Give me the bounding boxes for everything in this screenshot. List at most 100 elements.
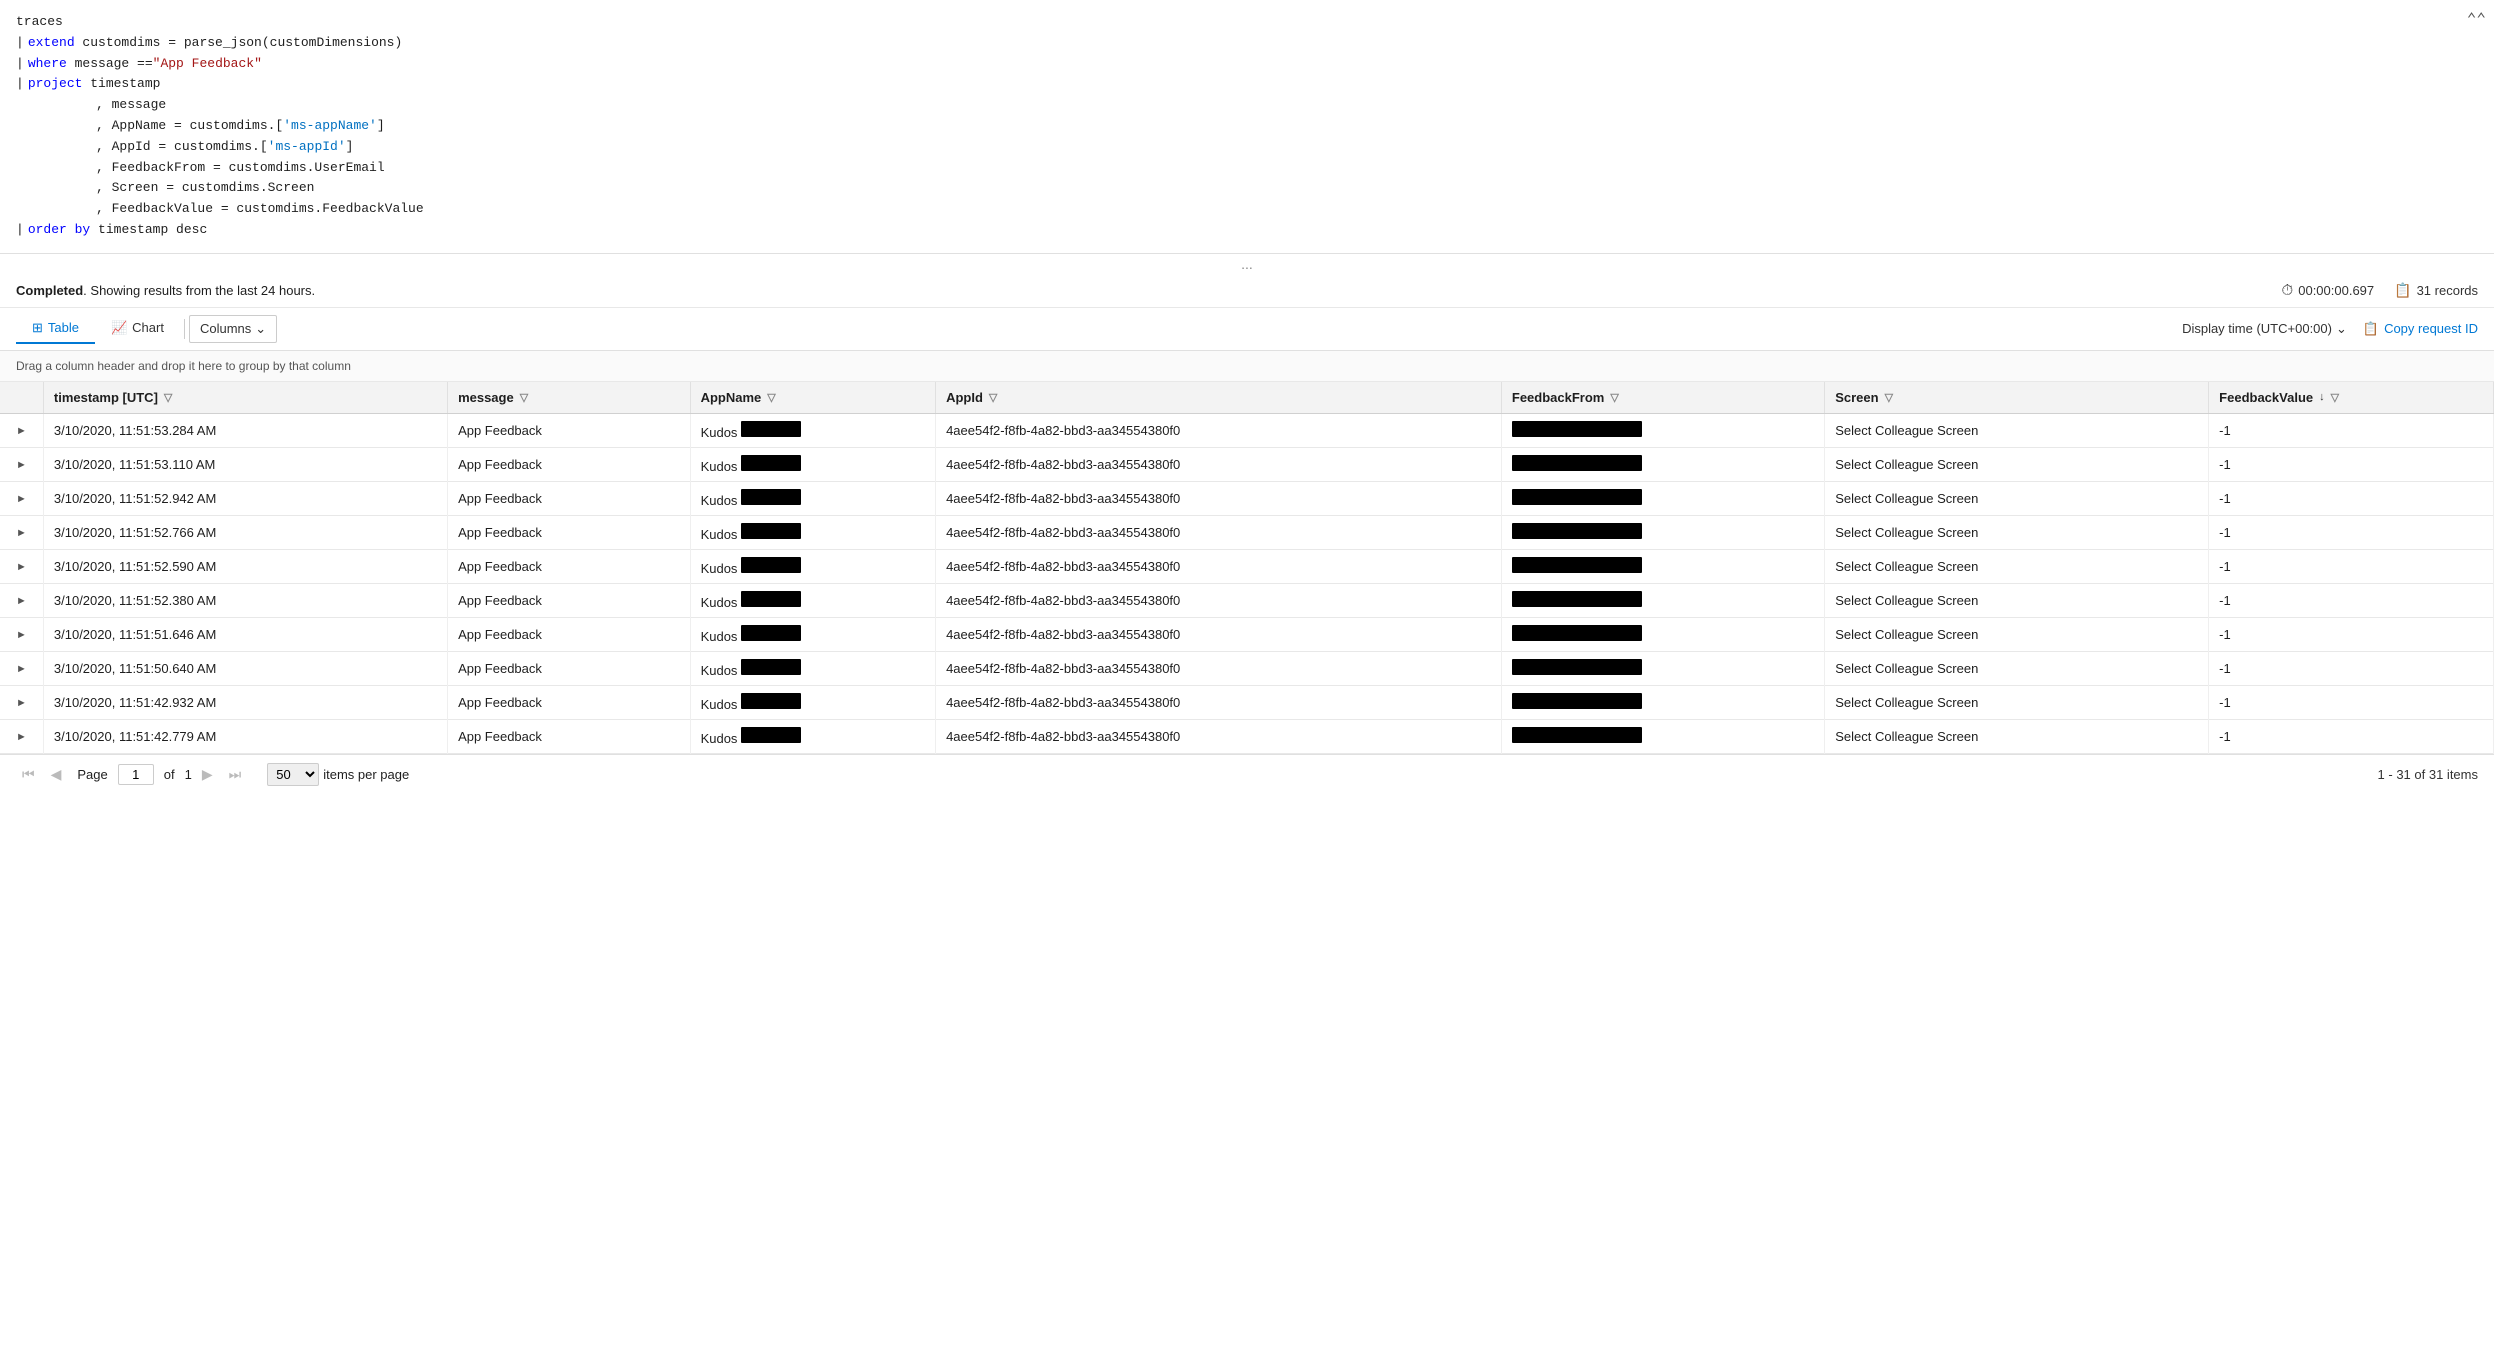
screen-filter-icon[interactable]: ▽: [1885, 391, 1893, 404]
cell-appid: 4aee54f2-f8fb-4a82-bbd3-aa34554380f0: [936, 447, 1502, 481]
col-screen-header[interactable]: Screen ▽: [1825, 382, 2209, 414]
per-page-dropdown[interactable]: 10 20 50 100: [267, 763, 319, 786]
page-input[interactable]: [118, 764, 154, 785]
expand-row-btn[interactable]: ►: [10, 525, 33, 541]
query-where-text: message ==: [67, 54, 153, 75]
tab-divider: [184, 319, 185, 339]
results-table: timestamp [UTC] ▽ message ▽ AppName ▽: [0, 382, 2494, 754]
cell-screen: Select Colleague Screen: [1825, 447, 2209, 481]
col-feedbackfrom-header[interactable]: FeedbackFrom ▽: [1501, 382, 1824, 414]
toolbar-right: Display time (UTC+00:00) ⌄ 📋 Copy reques…: [2182, 321, 2478, 337]
cell-appid: 4aee54f2-f8fb-4a82-bbd3-aa34554380f0: [936, 413, 1502, 447]
table-tab-label: Table: [48, 320, 79, 335]
expand-row-btn[interactable]: ►: [10, 423, 33, 439]
ellipsis-separator: ...: [0, 254, 2494, 274]
copy-request-id[interactable]: 📋 Copy request ID: [2363, 321, 2478, 337]
query-keyword-orderby: order by: [28, 220, 90, 241]
expand-row-btn[interactable]: ►: [10, 491, 33, 507]
cell-message: App Feedback: [448, 583, 691, 617]
cell-feedbackfrom: [1501, 481, 1824, 515]
display-time[interactable]: Display time (UTC+00:00) ⌄: [2182, 321, 2347, 337]
expand-row-btn[interactable]: ►: [10, 627, 33, 643]
cell-timestamp: 3/10/2020, 11:51:42.779 AM: [43, 719, 447, 753]
chart-tab[interactable]: 📈 Chart: [95, 314, 180, 344]
feedbackfrom-redacted: [1512, 455, 1642, 471]
expand-row-btn[interactable]: ►: [10, 593, 33, 609]
col-message-header[interactable]: message ▽: [448, 382, 691, 414]
cell-message: App Feedback: [448, 481, 691, 515]
row-expand-cell: ►: [0, 481, 43, 515]
appname-redacted: [741, 659, 801, 675]
col-feedbackvalue-header[interactable]: FeedbackValue ↓ ▽: [2209, 382, 2494, 414]
first-page-btn[interactable]: ⏮: [16, 763, 41, 786]
cell-message: App Feedback: [448, 447, 691, 481]
prev-page-btn[interactable]: ◀: [45, 763, 68, 786]
table-tab[interactable]: ⊞ Table: [16, 314, 95, 344]
cell-screen: Select Colleague Screen: [1825, 583, 2209, 617]
chevron-down-icon: ⌄: [255, 321, 266, 337]
collapse-button[interactable]: ⌃⌃: [2467, 8, 2486, 34]
cell-appid: 4aee54f2-f8fb-4a82-bbd3-aa34554380f0: [936, 515, 1502, 549]
cell-feedbackvalue: -1: [2209, 719, 2494, 753]
appname-redacted: [741, 591, 801, 607]
expand-row-btn[interactable]: ►: [10, 457, 33, 473]
expand-row-btn[interactable]: ►: [10, 661, 33, 677]
col-timestamp-header[interactable]: timestamp [UTC] ▽: [43, 382, 447, 414]
last-page-btn[interactable]: ⏭: [223, 763, 248, 786]
cell-feedbackvalue: -1: [2209, 583, 2494, 617]
cell-feedbackvalue: -1: [2209, 549, 2494, 583]
columns-button[interactable]: Columns ⌄: [189, 315, 277, 343]
cell-screen: Select Colleague Screen: [1825, 515, 2209, 549]
cell-appname: Kudos: [690, 685, 936, 719]
cell-appid: 4aee54f2-f8fb-4a82-bbd3-aa34554380f0: [936, 685, 1502, 719]
query-line-extend: | extend customdims = parse_json(customD…: [16, 33, 2478, 54]
expand-row-btn[interactable]: ►: [10, 695, 33, 711]
cell-appname: Kudos: [690, 719, 936, 753]
screen-label: Screen: [1835, 390, 1878, 405]
feedbackvalue-filter-icon[interactable]: ▽: [2331, 391, 2339, 404]
pagination-controls: ⏮ ◀ Page of 1 ▶ ⏭ 10 20 50 100 items per…: [16, 763, 409, 786]
feedbackfrom-filter-icon[interactable]: ▽: [1610, 391, 1618, 404]
cell-feedbackfrom: [1501, 447, 1824, 481]
cell-feedbackvalue: -1: [2209, 447, 2494, 481]
expand-row-btn[interactable]: ►: [10, 559, 33, 575]
feedbackfrom-redacted: [1512, 421, 1642, 437]
table-row: ► 3/10/2020, 11:51:52.590 AM App Feedbac…: [0, 549, 2494, 583]
table-row: ► 3/10/2020, 11:51:52.766 AM App Feedbac…: [0, 515, 2494, 549]
feedbackfrom-label: FeedbackFrom: [1512, 390, 1604, 405]
drag-hint: Drag a column header and drop it here to…: [0, 351, 2494, 382]
data-table-container[interactable]: timestamp [UTC] ▽ message ▽ AppName ▽: [0, 382, 2494, 754]
appid-filter-icon[interactable]: ▽: [989, 391, 997, 404]
feedbackvalue-sort-icon[interactable]: ↓: [2319, 391, 2325, 403]
next-page-btn[interactable]: ▶: [196, 763, 219, 786]
toolbar: ⊞ Table 📈 Chart Columns ⌄ Display time (…: [0, 308, 2494, 351]
feedbackfrom-redacted: [1512, 591, 1642, 607]
table-icon: ⊞: [32, 320, 43, 336]
cell-timestamp: 3/10/2020, 11:51:52.942 AM: [43, 481, 447, 515]
query-keyword-extend: extend: [28, 33, 75, 54]
row-expand-cell: ►: [0, 413, 43, 447]
col-appid-header[interactable]: AppId ▽: [936, 382, 1502, 414]
cell-feedbackvalue: -1: [2209, 515, 2494, 549]
expand-row-btn[interactable]: ►: [10, 729, 33, 745]
cell-appname: Kudos: [690, 447, 936, 481]
per-page-select[interactable]: 10 20 50 100 items per page: [267, 763, 409, 786]
row-expand-cell: ►: [0, 651, 43, 685]
toolbar-left: ⊞ Table 📈 Chart Columns ⌄: [16, 314, 277, 344]
copy-icon: 📋: [2363, 321, 2379, 337]
row-expand-cell: ►: [0, 549, 43, 583]
appname-filter-icon[interactable]: ▽: [767, 391, 775, 404]
records-value: 31 records: [2417, 283, 2478, 298]
cell-feedbackfrom: [1501, 515, 1824, 549]
feedbackvalue-label: FeedbackValue: [2219, 390, 2313, 405]
query-line-appid: , AppId = customdims.['ms-appId']: [16, 137, 2478, 158]
total-pages: 1: [185, 767, 192, 782]
table-row: ► 3/10/2020, 11:51:53.110 AM App Feedbac…: [0, 447, 2494, 481]
query-line-feedbackfrom: , FeedbackFrom = customdims.UserEmail: [16, 158, 2478, 179]
message-filter-icon[interactable]: ▽: [520, 391, 528, 404]
col-appname-header[interactable]: AppName ▽: [690, 382, 936, 414]
query-line-project: | project timestamp: [16, 74, 2478, 95]
timestamp-filter-icon[interactable]: ▽: [164, 391, 172, 404]
row-expand-cell: ►: [0, 583, 43, 617]
timestamp-label: timestamp [UTC]: [54, 390, 158, 405]
